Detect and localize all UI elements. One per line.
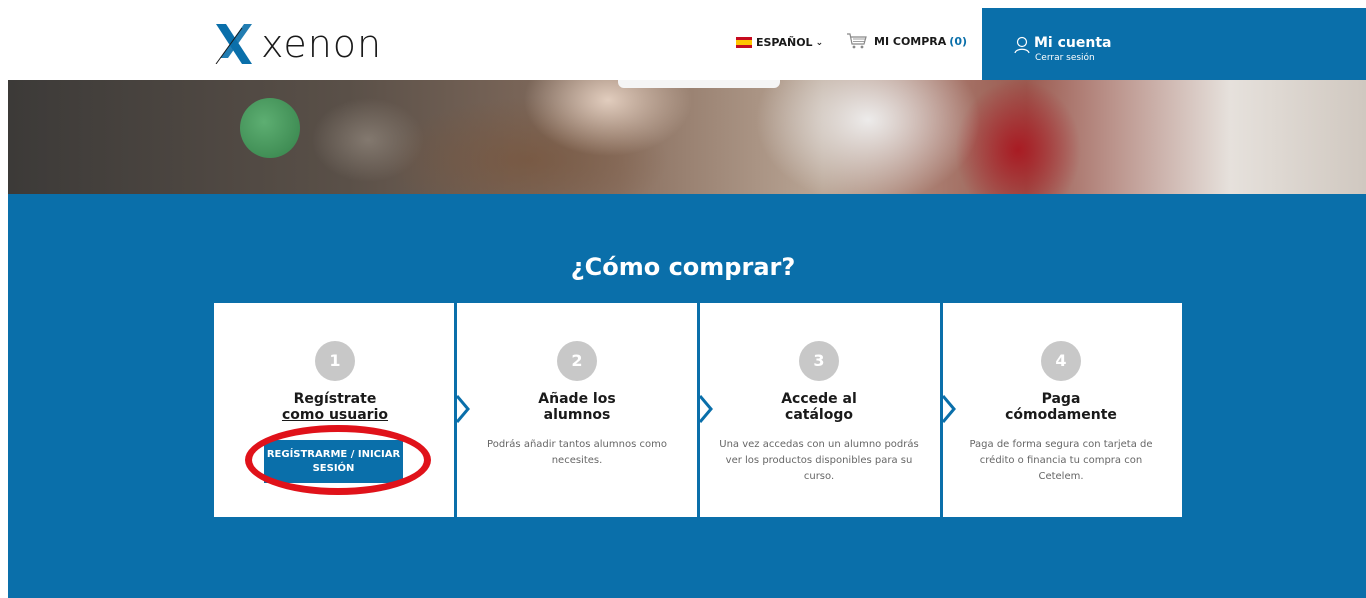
chevron-right-icon: [456, 395, 470, 423]
step-register: 1 Regístrate como usuario REGÍSTRARME / …: [214, 303, 456, 517]
cart-button[interactable]: MI COMPRA (0): [846, 32, 967, 50]
chevron-down-icon: ⌄: [815, 37, 824, 48]
user-icon: [1014, 36, 1030, 54]
step-title: Regístrate como usuario: [214, 391, 456, 423]
step-title-line: catálogo: [785, 407, 853, 423]
step-payment: 4 Paga cómodamente Paga de forma segura …: [940, 303, 1182, 517]
step-description: Podrás añadir tantos alumnos como necesi…: [487, 439, 667, 466]
logo-x-icon: [215, 24, 252, 64]
steps-container: 1 Regístrate como usuario REGÍSTRARME / …: [214, 303, 1183, 517]
step-title-line: Paga: [1041, 391, 1081, 407]
step-number: 4: [1041, 341, 1081, 381]
shopping-cart-icon: [847, 33, 867, 49]
step-title: Accede al catálogo: [698, 391, 940, 423]
cart-count: (0): [949, 34, 968, 48]
logo-text: xenon: [261, 22, 383, 66]
step-title: Añade los alumnos: [456, 391, 698, 423]
spain-flag-icon: [736, 37, 752, 48]
account-menu[interactable]: Mi cuenta Cerrar sesión: [982, 8, 1366, 80]
step-title-line: alumnos: [543, 407, 611, 423]
language-label: ESPAÑOL: [756, 36, 813, 49]
step-number: 2: [557, 341, 597, 381]
chevron-right-icon: [699, 395, 713, 423]
step-title: Paga cómodamente: [940, 391, 1182, 423]
step-title-line: como usuario: [281, 407, 389, 423]
step-number: 1: [315, 341, 355, 381]
language-selector[interactable]: ESPAÑOL ⌄: [736, 36, 823, 49]
step-add-students: 2 Añade los alumnos Podrás añadir tantos…: [456, 303, 698, 517]
hero-decor: [240, 98, 300, 158]
account-title: Mi cuenta: [1034, 35, 1112, 51]
step-description: Una vez accedas con un alumno podrás ver…: [719, 439, 919, 482]
logout-link[interactable]: Cerrar sesión: [1035, 53, 1095, 63]
register-login-button[interactable]: REGÍSTRARME / INICIAR SESIÓN: [264, 440, 403, 483]
hero-banner-image: [8, 80, 1366, 194]
step-title-line: cómodamente: [1005, 407, 1117, 423]
section-title: ¿Cómo comprar?: [570, 253, 796, 281]
step-description: Paga de forma segura con tarjeta de créd…: [969, 439, 1153, 482]
hero-overlay-tab: [618, 80, 780, 88]
chevron-right-icon: [942, 395, 956, 423]
xenon-logo[interactable]: xenon: [214, 20, 381, 66]
step-title-line: Regístrate: [293, 391, 377, 407]
step-number: 3: [799, 341, 839, 381]
site-header: xenon ESPAÑOL ⌄ MI COMPRA (0) Mi cuenta …: [0, 0, 1366, 80]
step-title-line: Accede al: [781, 391, 857, 407]
step-title-line: Añade los: [538, 391, 616, 407]
cart-label: MI COMPRA: [874, 34, 947, 48]
step-catalog: 3 Accede al catálogo Una vez accedas con…: [698, 303, 940, 517]
